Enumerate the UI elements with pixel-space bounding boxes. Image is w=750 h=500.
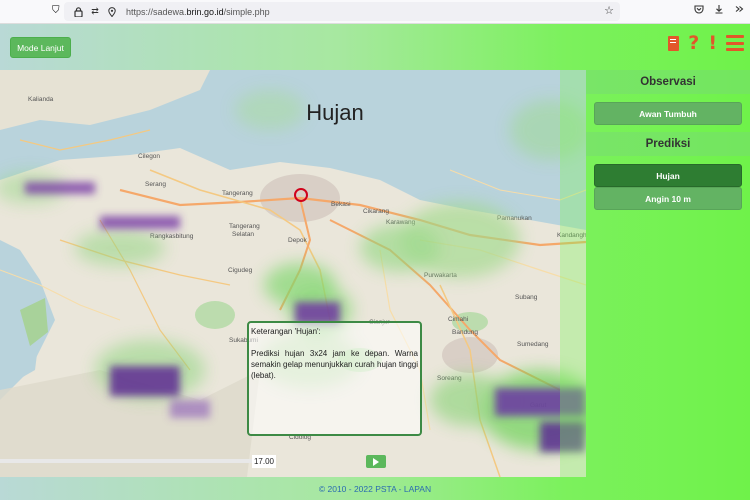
top-icons: ? !: [668, 32, 744, 54]
svg-text:Bekasi: Bekasi: [331, 201, 351, 208]
url-text: https://sadewa.brin.go.id/simple.php: [126, 7, 270, 17]
awan-tumbuh-button[interactable]: Awan Tumbuh: [594, 102, 742, 125]
menu-icon[interactable]: [726, 35, 744, 51]
permissions-icon[interactable]: ⇄: [89, 6, 101, 18]
time-slider[interactable]: [0, 459, 252, 463]
svg-text:Tangerang: Tangerang: [222, 190, 253, 197]
svg-text:Depok: Depok: [288, 237, 308, 244]
browser-actions: [694, 4, 744, 17]
info-text: Prediksi hujan 3x24 jam ke depan. Warna …: [251, 349, 418, 380]
map-title: Hujan: [306, 100, 364, 125]
svg-text:Selatan: Selatan: [232, 231, 254, 238]
map-view[interactable]: Kalianda Cilegon Serang Tangerang Tanger…: [0, 70, 586, 477]
info-heading: Keterangan 'Hujan':: [251, 327, 321, 336]
svg-text:Subang: Subang: [515, 294, 538, 301]
svg-text:Serang: Serang: [145, 181, 166, 188]
angin-10m-button[interactable]: Angin 10 m: [594, 187, 742, 210]
time-label: 17.00: [252, 455, 276, 468]
svg-text:Tangerang: Tangerang: [229, 223, 260, 230]
location-icon[interactable]: [106, 6, 118, 18]
play-button[interactable]: [366, 455, 386, 468]
svg-text:Sumedang: Sumedang: [517, 341, 549, 348]
browser-toolbar: ⛉ ⇄ https://sadewa.brin.go.id/simple.php…: [0, 0, 750, 24]
app-container: Mode Lanjut ? ! Kalianda Cilegon Serang …: [0, 24, 750, 500]
hujan-button[interactable]: Hujan: [594, 164, 742, 187]
observasi-heading: Observasi: [586, 70, 750, 94]
side-panel: Observasi Awan Tumbuh Prediksi Hujan Ang…: [586, 70, 750, 477]
bookmark-star-icon[interactable]: ☆: [604, 4, 614, 17]
footer-copyright: © 2010 - 2022 PSTA - LAPAN: [318, 483, 432, 494]
mode-lanjut-button[interactable]: Mode Lanjut: [10, 37, 71, 58]
url-prefix: https://sadewa.: [126, 6, 187, 17]
book-icon[interactable]: [668, 35, 680, 51]
svg-text:Cigudeg: Cigudeg: [228, 267, 253, 274]
url-path: /simple.php: [223, 6, 270, 17]
legend-info-box: Keterangan 'Hujan': Prediksi hujan 3x24 …: [247, 321, 422, 436]
help-icon[interactable]: ?: [688, 32, 699, 54]
info-icon[interactable]: !: [708, 32, 717, 54]
url-domain: brin.go.id: [186, 6, 224, 17]
shield-icon[interactable]: ⛉: [52, 5, 60, 16]
download-icon[interactable]: [714, 4, 724, 17]
lock-icon: [72, 6, 84, 18]
prediksi-heading: Prediksi: [586, 132, 750, 156]
address-bar[interactable]: ⇄ https://sadewa.brin.go.id/simple.php ☆: [64, 2, 620, 21]
pocket-icon[interactable]: [694, 4, 704, 17]
svg-text:Bandung: Bandung: [452, 329, 478, 336]
overflow-icon[interactable]: [734, 4, 744, 17]
svg-text:Cikarang: Cikarang: [363, 208, 389, 215]
top-bar: Mode Lanjut ? !: [0, 24, 750, 70]
svg-text:Cilegon: Cilegon: [138, 153, 160, 160]
svg-text:Cimahi: Cimahi: [448, 316, 468, 323]
